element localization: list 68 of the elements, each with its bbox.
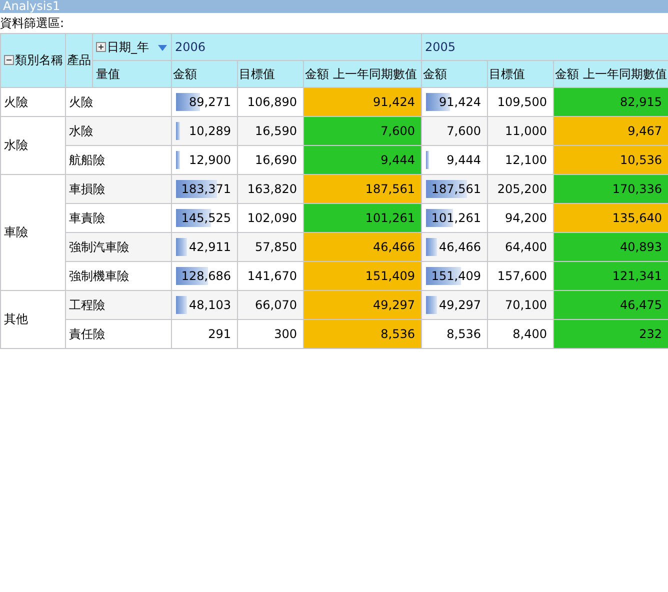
window-title: Analysis1 [0,0,668,13]
value-cell: 57,850 [238,232,304,262]
value-cell: 187,561 [422,174,488,204]
category-cell: 火險 [0,88,66,116]
year-header: 2005 [422,34,668,60]
value-cell: 89,271 [172,88,238,116]
value-cell: 135,640 [554,204,668,232]
value-cell: 91,424 [422,88,488,116]
value-cell: 7,600 [422,116,488,146]
value-cell: 11,000 [488,116,554,146]
product-cell: 車損險 [66,174,172,204]
value-cell: 48,103 [172,290,238,320]
category-cell: 其他 [0,290,66,348]
value-cell: 10,289 [172,116,238,146]
expand-icon[interactable] [96,42,106,52]
filter-area-label: 資料篩選區: [0,15,66,32]
value-cell: 64,400 [488,232,554,262]
value-cell: 16,590 [238,116,304,146]
value-cell: 42,911 [172,232,238,262]
measure-header: 金額 [172,60,238,88]
row-field-header[interactable]: 類別名稱 [0,34,66,88]
value-cell: 205,200 [488,174,554,204]
product-cell: 責任險 [66,320,172,348]
value-cell: 46,466 [304,232,422,262]
product-cell: 強制汽車險 [66,232,172,262]
value-cell: 187,561 [304,174,422,204]
measures-header: 量值 [92,60,172,88]
category-cell: 車險 [0,174,66,290]
value-cell: 7,600 [304,116,422,146]
value-cell: 46,466 [422,232,488,262]
value-cell: 183,371 [172,174,238,204]
measure-header: 目標值 [488,60,554,88]
measure-header: 金額 上一年同期數值 [554,60,668,88]
value-cell: 70,100 [488,290,554,320]
value-cell: 101,261 [422,204,488,232]
measure-header: 目標值 [238,60,304,88]
value-cell: 101,261 [304,204,422,232]
value-cell: 9,444 [304,146,422,174]
product-cell: 工程險 [66,290,172,320]
year-header: 2006 [172,34,422,60]
measure-header: 金額 [422,60,488,88]
value-cell: 170,336 [554,174,668,204]
value-cell: 291 [172,320,238,348]
value-cell: 151,409 [422,262,488,290]
value-cell: 10,536 [554,146,668,174]
value-cell: 40,893 [554,232,668,262]
row-field-header[interactable]: 產品 [66,34,92,88]
value-cell: 49,297 [422,290,488,320]
value-cell: 9,467 [554,116,668,146]
value-cell: 91,424 [304,88,422,116]
value-cell: 8,536 [422,320,488,348]
value-cell: 121,341 [554,262,668,290]
column-field-header[interactable]: 日期_年 [92,34,172,60]
value-cell: 82,915 [554,88,668,116]
category-cell: 水險 [0,116,66,174]
dropdown-icon[interactable] [158,45,167,51]
value-cell: 66,070 [238,290,304,320]
value-cell: 145,525 [172,204,238,232]
value-cell: 151,409 [304,262,422,290]
collapse-icon[interactable] [4,55,14,65]
value-cell: 163,820 [238,174,304,204]
value-cell: 232 [554,320,668,348]
value-cell: 46,475 [554,290,668,320]
value-cell: 128,686 [172,262,238,290]
value-cell: 49,297 [304,290,422,320]
product-cell: 水險 [66,116,172,146]
measure-header: 金額 上一年同期數值 [304,60,422,88]
value-cell: 8,536 [304,320,422,348]
